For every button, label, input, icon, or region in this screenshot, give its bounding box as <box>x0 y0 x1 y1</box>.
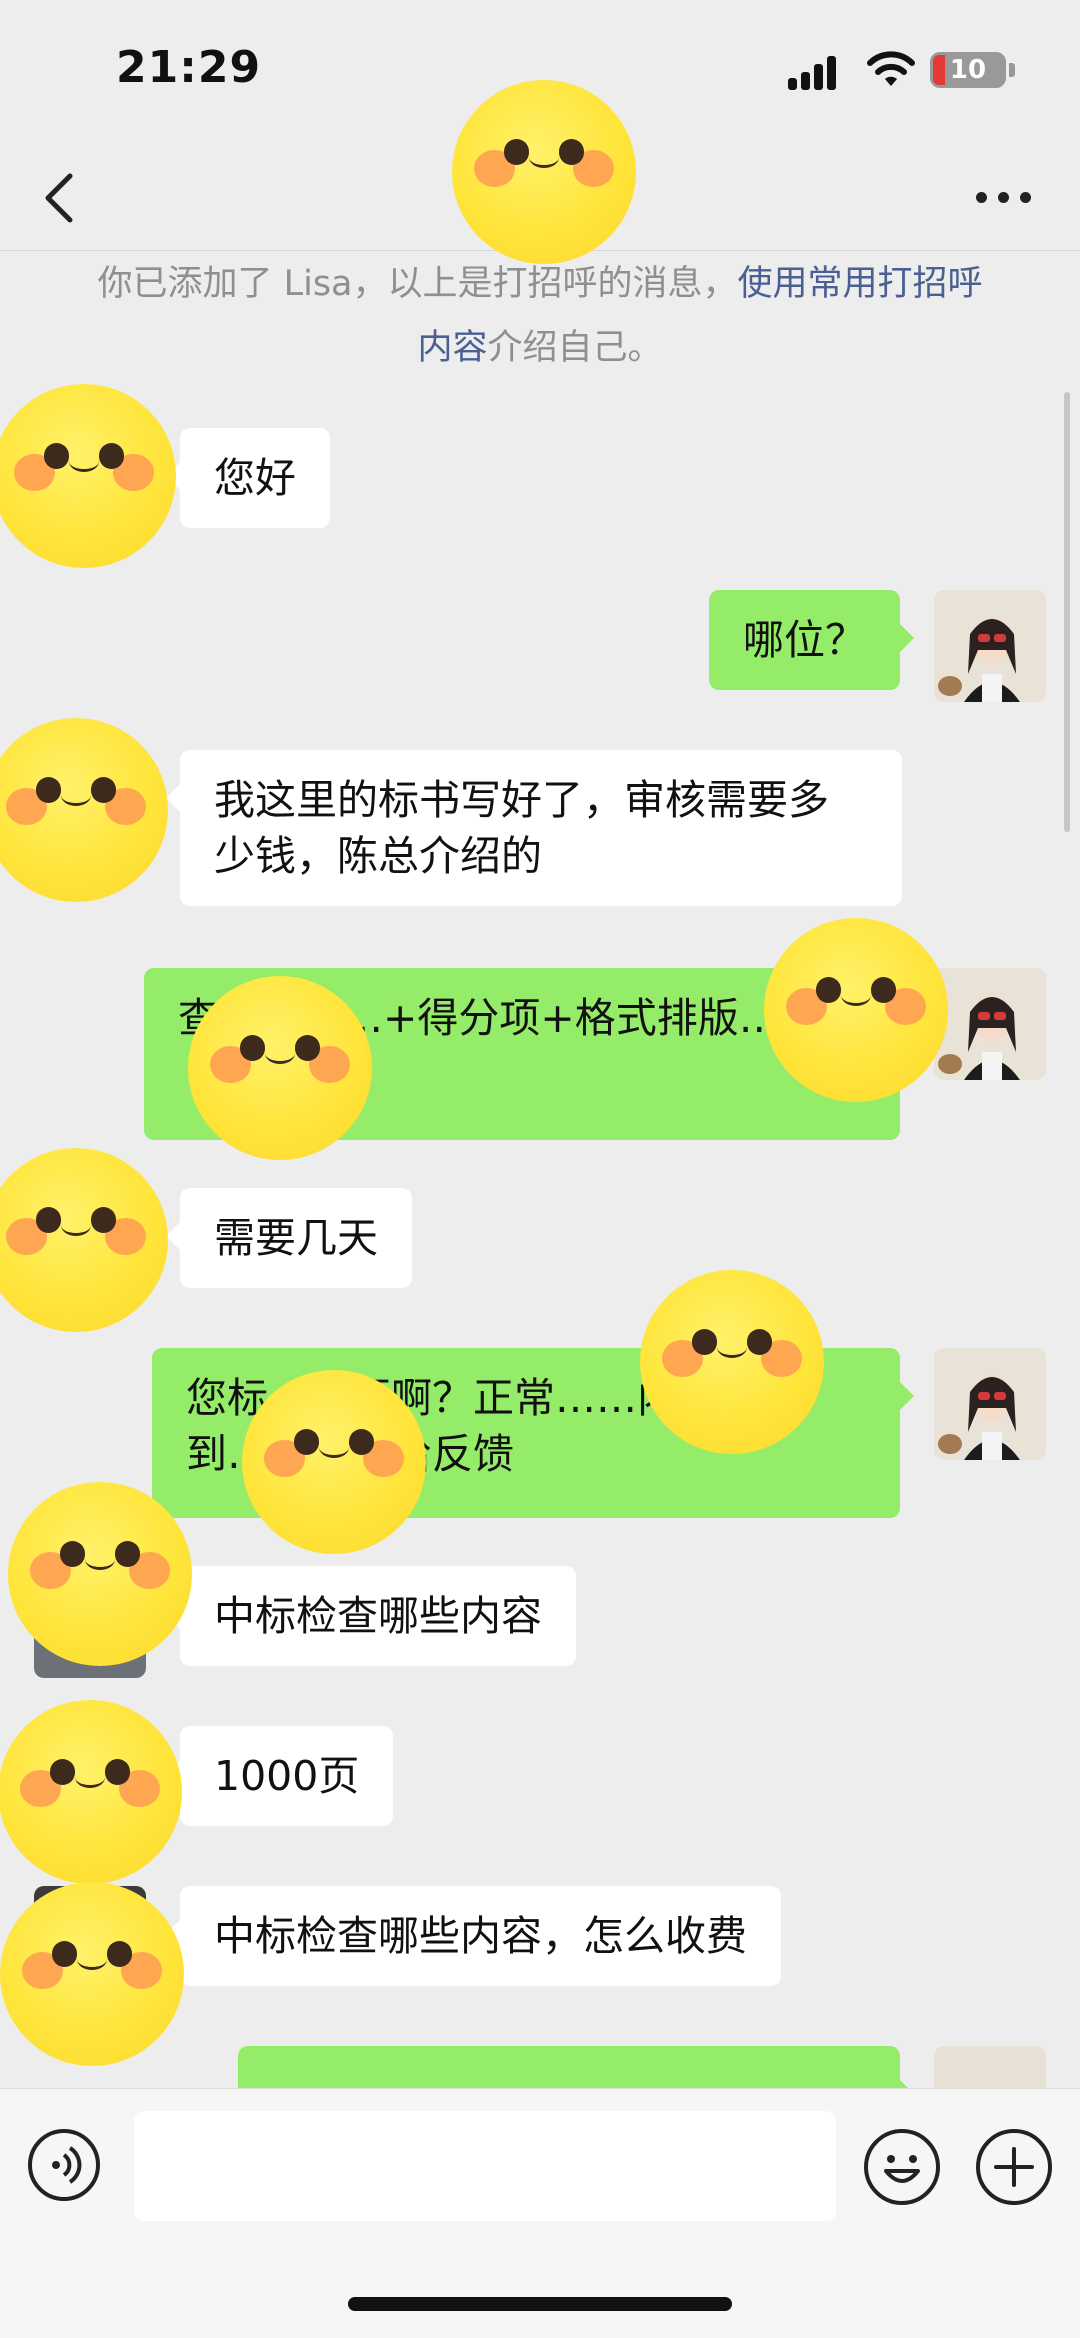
message-bubble-in[interactable]: 中标检查哪些内容 <box>166 1566 576 1666</box>
message-bubble-out[interactable]: 哪位？ <box>709 590 914 690</box>
avatar-image <box>934 590 1046 702</box>
message-text: 需要几天 <box>214 1214 378 1262</box>
emoji-icon[interactable] <box>864 2129 940 2205</box>
sticker-overlay <box>242 1370 426 1554</box>
sticker-overlay <box>0 1700 182 1884</box>
message-input[interactable] <box>134 2111 836 2221</box>
battery-tip <box>1009 63 1015 77</box>
notice-text-end: 介绍自己。 <box>487 328 663 368</box>
avatar[interactable] <box>934 590 1046 702</box>
sticker-overlay <box>0 384 176 568</box>
sticker-overlay <box>640 1270 824 1454</box>
battery-level: 10 <box>949 55 987 85</box>
avatar-image <box>934 1348 1046 1460</box>
message-text: 1000页 <box>214 1752 360 1800</box>
message-text: 中标检查哪些内容，怎么收费 <box>214 1912 747 1960</box>
voice-icon[interactable] <box>28 2129 100 2201</box>
sticker-overlay <box>0 1148 168 1332</box>
status-time: 21:29 <box>116 42 262 93</box>
message-text: 我这里的标书写好了，审核需要多少钱，陈总介绍的 <box>214 776 829 880</box>
sticker-overlay <box>188 976 372 1160</box>
sticker-overlay <box>0 718 168 902</box>
home-indicator <box>348 2297 732 2311</box>
plus-icon[interactable] <box>976 2129 1052 2205</box>
message-text: 您好 <box>214 454 296 502</box>
message-bubble-in[interactable]: 我这里的标书写好了，审核需要多少钱，陈总介绍的 <box>166 750 902 906</box>
system-notice: 你已添加了 Lisa，以上是打招呼的消息，使用常用打招呼内容介绍自己。 <box>80 252 1000 380</box>
message-bubble-in[interactable]: 您好 <box>166 428 330 528</box>
message-text: 哪位？ <box>743 616 866 664</box>
sticker-overlay <box>0 1882 184 2066</box>
message-bubble-in[interactable]: 中标检查哪些内容，怎么收费 <box>166 1886 781 1986</box>
sticker-overlay <box>452 80 636 264</box>
scrollbar[interactable] <box>1064 392 1070 832</box>
battery-icon: 10 <box>930 52 1006 88</box>
avatar[interactable] <box>934 968 1046 1080</box>
input-bar <box>0 2088 1080 2338</box>
wifi-icon <box>867 51 915 86</box>
avatar[interactable] <box>934 1348 1046 1460</box>
message-text: 中标检查哪些内容 <box>214 1592 542 1640</box>
avatar-image <box>934 968 1046 1080</box>
ellipsis-icon[interactable] <box>976 188 1032 208</box>
sticker-overlay <box>8 1482 192 1666</box>
notice-text: 你已添加了 Lisa，以上是打招呼的消息， <box>97 264 738 304</box>
message-bubble-in[interactable]: 1000页 <box>165 1726 394 1826</box>
chevron-left-icon[interactable] <box>40 170 80 226</box>
sticker-overlay <box>764 918 948 1102</box>
message-bubble-in[interactable]: 需要几天 <box>166 1188 412 1288</box>
cellular-signal-icon <box>788 54 844 90</box>
